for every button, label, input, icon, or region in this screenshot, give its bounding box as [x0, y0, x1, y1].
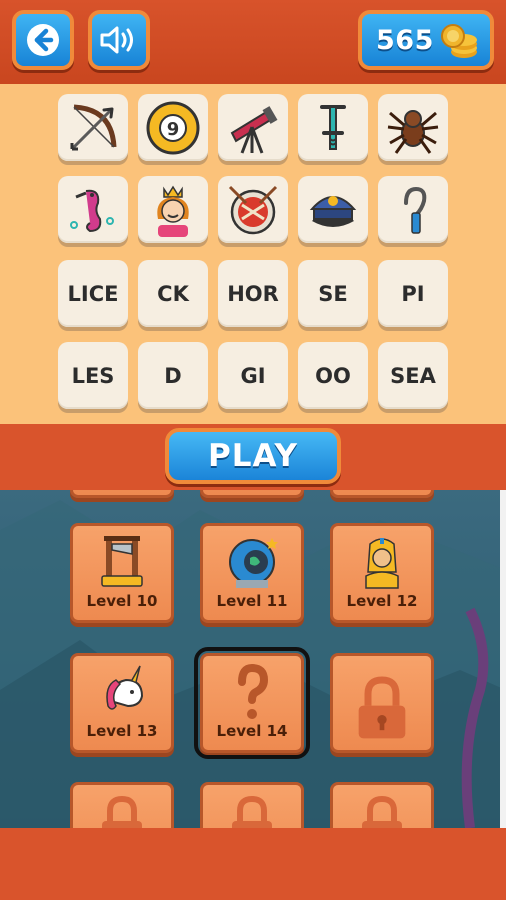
guillotine-icon: [101, 536, 143, 587]
level-card-locked[interactable]: [200, 782, 304, 828]
princess-icon: [157, 185, 189, 237]
picture-tile-billiard-ball[interactable]: 9: [138, 94, 208, 161]
drum-icon: [228, 185, 278, 234]
level-card-partial[interactable]: [330, 490, 434, 498]
pharaoh-icon: [365, 538, 399, 589]
letter-tile-text: GI: [240, 363, 266, 388]
letter-tile[interactable]: LICE: [58, 260, 128, 327]
letter-tile[interactable]: CK: [138, 260, 208, 327]
coin-count: 565: [376, 24, 434, 56]
picture-tile-telescope[interactable]: [218, 94, 288, 161]
play-button[interactable]: PLAY: [165, 428, 341, 484]
bow-and-arrow-icon: [70, 104, 117, 150]
pogo-stick-icon: [320, 104, 346, 150]
level-card-partial[interactable]: [200, 490, 304, 498]
sound-button[interactable]: [88, 10, 150, 70]
letter-tile-text: SE: [318, 281, 348, 306]
lock-icon: [102, 795, 142, 828]
billiard-ball-icon: 9: [146, 101, 200, 154]
letter-tile-text: CK: [157, 281, 189, 306]
telescope-icon: [230, 105, 278, 154]
lock-icon: [362, 795, 402, 828]
level-card-locked[interactable]: [330, 782, 434, 828]
question-mark-icon: [238, 663, 269, 719]
lock-icon: [232, 795, 272, 828]
letter-tile-text: OO: [315, 363, 351, 388]
puzzle-board: 9 LICE CK HOR SE PI LES D GI OO SEA: [0, 84, 506, 424]
level-selector[interactable]: Level 10 Level 11 Level 12 Level 13 Leve…: [0, 490, 506, 828]
level-card-12[interactable]: Level 12: [330, 523, 434, 623]
level-card-13[interactable]: Level 13: [70, 653, 174, 753]
play-band: PLAY: [0, 424, 506, 490]
letter-tile-text: LICE: [67, 281, 119, 306]
hook-icon: [404, 186, 427, 234]
speaker-icon: [100, 26, 133, 54]
top-bar: 565: [0, 0, 506, 84]
picture-tile-pogo-stick[interactable]: [298, 94, 368, 161]
letter-tile[interactable]: D: [138, 342, 208, 409]
level-card-locked[interactable]: [330, 653, 434, 753]
letter-tile-text: HOR: [227, 281, 279, 306]
play-button-label: PLAY: [208, 438, 298, 474]
coin-stack-icon: [440, 24, 477, 58]
letter-tile-text: LES: [71, 363, 115, 388]
police-cap-icon: [309, 195, 357, 227]
tarantula-icon: [387, 109, 439, 154]
astronaut-helmet-icon: [229, 538, 278, 588]
lock-icon: [358, 676, 406, 739]
letter-tile-text: SEA: [390, 363, 436, 388]
letter-tile[interactable]: SE: [298, 260, 368, 327]
letter-tile[interactable]: LES: [58, 342, 128, 409]
level-card-locked[interactable]: [70, 782, 174, 828]
arrow-left-icon: [27, 24, 59, 56]
seahorse-icon: [70, 189, 114, 232]
level-label: Level 10: [86, 592, 158, 610]
picture-tile-seahorse[interactable]: [58, 176, 128, 243]
letter-tile[interactable]: GI: [218, 342, 288, 409]
level-label: Level 11: [216, 592, 288, 610]
level-scrollbar[interactable]: [500, 490, 506, 828]
letter-tile-text: PI: [401, 281, 425, 306]
letter-tile-text: D: [164, 363, 182, 388]
picture-tile-hook[interactable]: [378, 176, 448, 243]
back-button[interactable]: [12, 10, 74, 70]
letter-tile[interactable]: OO: [298, 342, 368, 409]
level-card-partial[interactable]: [70, 490, 174, 498]
level-card-11[interactable]: Level 11: [200, 523, 304, 623]
picture-tile-bow[interactable]: [58, 94, 128, 161]
bottom-band: [0, 828, 506, 900]
level-label: Level 14: [216, 722, 288, 740]
level-label: Level 13: [86, 722, 158, 740]
level-label: Level 12: [346, 592, 418, 610]
picture-tile-princess[interactable]: [138, 176, 208, 243]
letter-tile[interactable]: PI: [378, 260, 448, 327]
picture-tile-police-cap[interactable]: [298, 176, 368, 243]
unicorn-icon: [106, 665, 144, 710]
letter-tile[interactable]: HOR: [218, 260, 288, 327]
ball-number: 9: [167, 119, 180, 140]
picture-tile-tarantula[interactable]: [378, 94, 448, 161]
picture-tile-drum[interactable]: [218, 176, 288, 243]
coin-balance: 565: [358, 10, 494, 70]
level-card-14[interactable]: Level 14: [194, 647, 310, 759]
level-card-10[interactable]: Level 10: [70, 523, 174, 623]
letter-tile[interactable]: SEA: [378, 342, 448, 409]
